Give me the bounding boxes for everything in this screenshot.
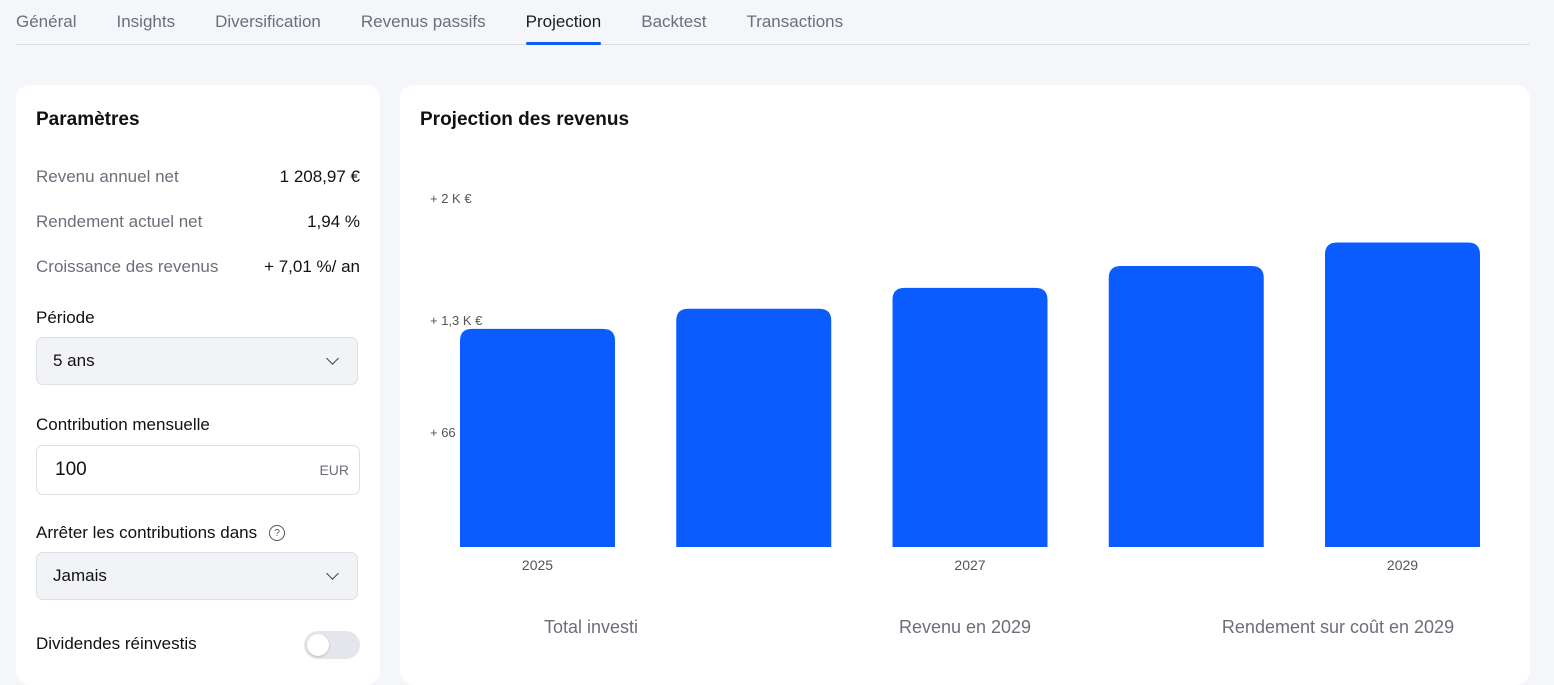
tab-1[interactable]: Insights	[116, 0, 175, 44]
x-tick-label: 2025	[522, 557, 553, 573]
param-row-revenu: Revenu annuel net 1 208,97 €	[36, 167, 360, 187]
param-value: + 7,01 %/ an	[264, 257, 360, 276]
period-select[interactable]: 5 ans	[36, 337, 358, 385]
param-label: Revenu annuel net	[36, 167, 179, 186]
tab-4[interactable]: Projection	[525, 0, 601, 45]
chevron-down-icon	[326, 567, 339, 580]
stat-total-invested-label: Total investi	[543, 617, 639, 637]
period-select-value: 5 ans	[53, 351, 95, 370]
contribution-label: Contribution mensuelle	[36, 415, 210, 434]
param-value: 1 208,97 €	[279, 167, 360, 186]
bar-2029[interactable]	[1325, 242, 1480, 547]
y-tick-label: + 66	[430, 425, 456, 440]
param-label: Croissance des revenus	[36, 257, 219, 276]
param-row-croissance: Croissance des revenus + 7,01 %/ an	[36, 257, 360, 277]
tab-5[interactable]: Backtest	[641, 0, 706, 44]
stop-contributions-select[interactable]: Jamais	[36, 552, 358, 600]
tab-2[interactable]: Diversification	[215, 0, 321, 44]
tab-3[interactable]: Revenus passifs	[361, 0, 486, 44]
chevron-down-icon	[326, 352, 339, 365]
stop-select-value: Jamais	[53, 566, 107, 585]
contribution-field[interactable]: EUR	[36, 445, 360, 495]
bar-2027[interactable]	[892, 287, 1048, 547]
bar-2026[interactable]	[676, 308, 832, 547]
tab-6[interactable]: Transactions	[746, 0, 843, 44]
reinvest-label: Dividendes réinvestis	[36, 634, 197, 653]
tab-0[interactable]: Général	[16, 0, 76, 44]
reinvest-toggle[interactable]	[304, 631, 360, 659]
param-value: 1,94 %	[307, 212, 360, 231]
parameters-title: Paramètres	[36, 109, 140, 130]
param-row-rendement: Rendement actuel net 1,94 %	[36, 212, 360, 232]
period-label: Période	[36, 308, 95, 327]
x-tick-label: 2029	[1387, 557, 1418, 573]
stat-income-label: Revenu en 2029	[898, 617, 1032, 637]
currency-unit: EUR	[319, 462, 349, 478]
bar-2028[interactable]	[1108, 266, 1264, 547]
stop-contributions-label: Arrêter les contributions dans ?	[36, 523, 286, 543]
tab-bar: Général Insights Diversification Revenus pa…	[16, 0, 1530, 45]
stop-contributions-text: Arrêter les contributions dans	[36, 523, 258, 542]
contribution-input[interactable]	[53, 458, 257, 482]
parameters-panel: Paramètres Revenu annuel net 1 208,97 € …	[16, 85, 380, 685]
projection-panel: Projection des revenus + 66 + 1,3 K € + 2 …	[400, 85, 1530, 685]
param-label: Rendement actuel net	[36, 212, 203, 231]
bar-2025[interactable]	[460, 328, 615, 547]
help-icon[interactable]: ?	[269, 525, 286, 541]
y-tick-label: + 1,3 K €	[430, 313, 483, 328]
income-projection-chart: + 66 + 1,3 K € + 2 K € 2025 2027 2029	[430, 191, 1480, 573]
x-tick-label: 2027	[954, 557, 985, 573]
toggle-knob	[307, 634, 329, 656]
stat-yield-on-cost-label: Rendement sur coût en 2029	[1221, 617, 1455, 637]
y-tick-label: + 2 K €	[430, 191, 472, 206]
